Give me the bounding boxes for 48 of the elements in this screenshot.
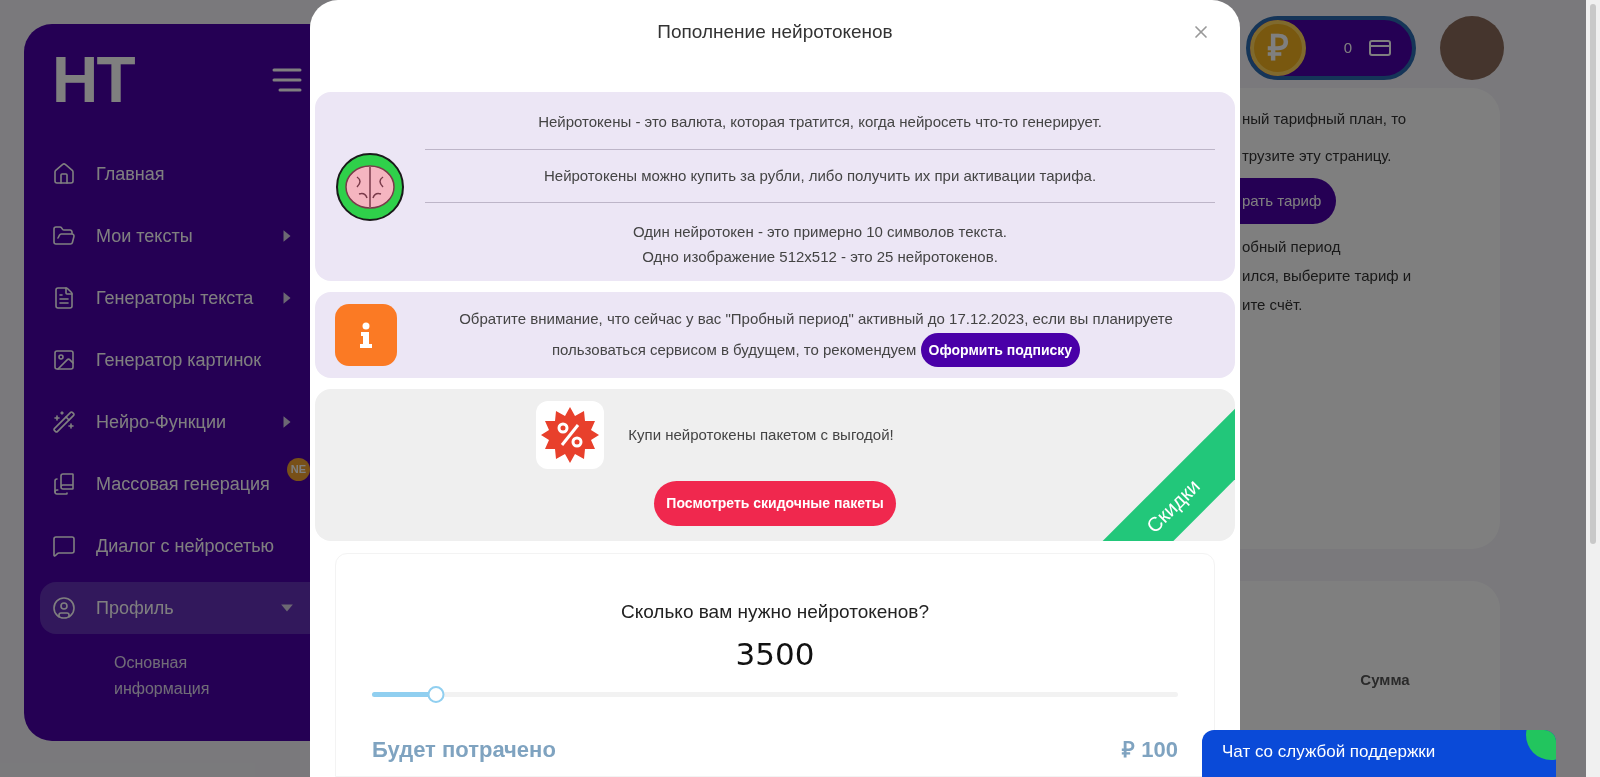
coin-icon: ₽ (1250, 20, 1306, 76)
token-amount: 3500 (735, 634, 815, 674)
menu-item-icon (52, 596, 76, 620)
card-text: ный тарифный план, то (1242, 109, 1408, 129)
sidebar-item[interactable]: Генератор картинок (40, 334, 310, 386)
menu-item-icon (52, 162, 76, 186)
menu-item-icon (52, 348, 76, 372)
info-text: Один нейротокен - это примерно 10 символов текста. (633, 222, 1007, 242)
token-slider[interactable] (372, 685, 1178, 703)
menu-item-icon (52, 410, 76, 434)
info-icon (335, 304, 397, 366)
sidebar-item[interactable]: Нейро-Функции (40, 396, 310, 448)
question-text: Сколько вам нужно нейротокенов? (620, 600, 930, 624)
menu-item-icon (52, 534, 76, 558)
column-header: Сумма (1360, 670, 1410, 691)
new-badge: NE (286, 458, 310, 481)
balance-pill[interactable]: ₽ 0 (1246, 16, 1416, 80)
card-text: трузите эту страницу. (1242, 146, 1393, 166)
spent-label: Будет потрачено (372, 736, 556, 764)
spent-value: ₽ 100 (1122, 736, 1178, 764)
info-text: Одно изображение 512x512 - это 25 нейротокенов. (642, 247, 998, 267)
slider-thumb[interactable] (427, 685, 445, 703)
menu-item-icon (52, 224, 76, 248)
brain-icon (335, 151, 405, 222)
sidebar-item[interactable]: Диалог с нейросетью (40, 520, 310, 572)
card-text: обный период (1242, 237, 1342, 257)
promo-text: Купи нейротокены пакетом с выгодой! (628, 424, 894, 445)
discount-packs-button[interactable]: Посмотреть скидочные пакеты (654, 481, 896, 526)
sidebar-item[interactable]: Профиль (40, 582, 310, 634)
modal-title: Пополнение нейротокенов (657, 19, 893, 44)
menu-icon[interactable] (272, 67, 302, 93)
percent-badge-icon (536, 401, 605, 469)
sidebar-item[interactable]: Генераторы текста (40, 272, 310, 324)
logo: НТ (52, 48, 135, 112)
subscribe-button[interactable]: Оформить подписку (920, 332, 1081, 367)
info-text: Нейротокены - это валюта, которая тратится, когда нейросеть что-то генерирует. (538, 112, 1102, 132)
submenu-item[interactable]: Основная информация (114, 650, 234, 702)
sidebar-item[interactable]: Массовая генерация NE (40, 458, 310, 510)
sidebar-item[interactable]: Главная (40, 148, 310, 200)
info-text: Нейротокены можно купить за рубли, либо получить их при активации тарифа. (543, 165, 1097, 186)
balance-value: 0 (1343, 37, 1352, 58)
support-chat-button[interactable]: Чат со службой поддержки (1202, 730, 1556, 777)
notice-text: Обратите внимание, что сейчас у вас "Пробный период" активный до 17.12.2023, если вы планируете пользоваться сервисом в будущем, то рекомендуем Оформить подписку (417, 303, 1215, 367)
menu-item-icon (52, 286, 76, 310)
card-text: ился, выберите тариф и (1242, 266, 1413, 286)
sidebar-item[interactable]: Мои тексты (40, 210, 310, 262)
menu-item-icon (52, 472, 76, 496)
card-text: ите счёт. (1242, 295, 1304, 315)
